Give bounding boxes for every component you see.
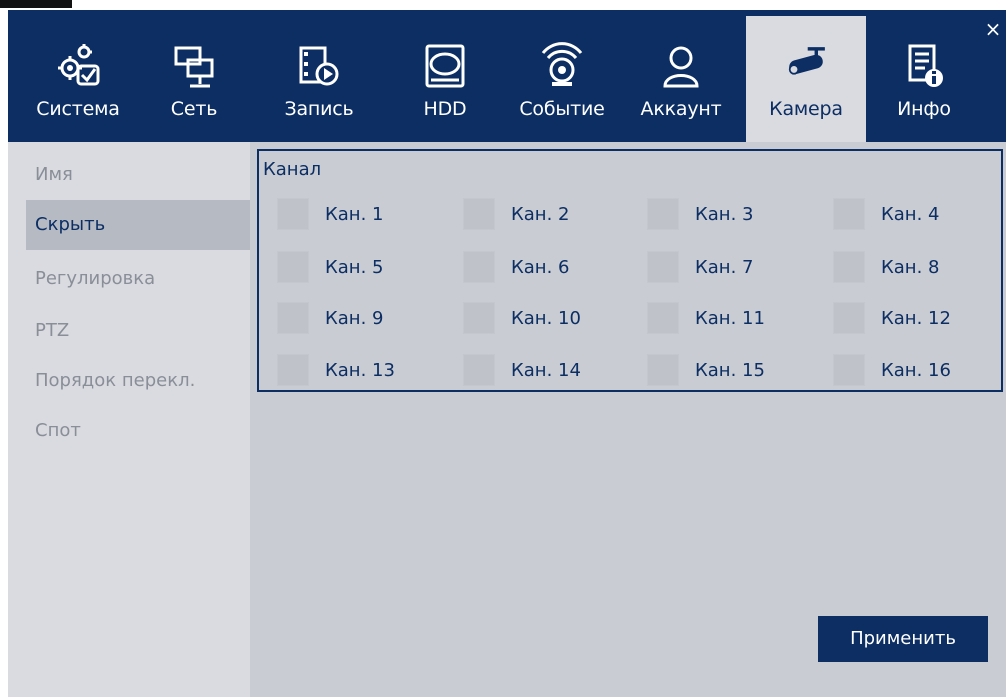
tab-label: Аккаунт: [640, 98, 722, 120]
channel-label: Кан. 5: [325, 256, 384, 278]
channel-group: Канал Кан. 1 Кан. 2 Кан. 3 Кан. 4 Кан. 5…: [257, 149, 1003, 392]
hdd-icon: [421, 40, 469, 92]
checkbox[interactable]: [833, 251, 865, 283]
sidebar-item-sequence[interactable]: Порядок перекл.: [26, 356, 250, 406]
channel-label: Кан. 9: [325, 307, 384, 329]
sidebar-item-spot[interactable]: Спот: [26, 406, 250, 456]
tab-network[interactable]: Сеть: [144, 16, 244, 142]
channel-checkbox-10[interactable]: Кан. 10: [463, 300, 581, 336]
checkbox[interactable]: [277, 251, 309, 283]
record-icon: [295, 40, 343, 92]
checkbox[interactable]: [463, 354, 495, 386]
channel-group-title: Канал: [263, 159, 322, 180]
channel-checkbox-5[interactable]: Кан. 5: [277, 249, 383, 285]
tab-system[interactable]: Система: [22, 16, 134, 142]
camera-icon: [782, 40, 830, 92]
channel-label: Кан. 13: [325, 359, 395, 381]
checkbox[interactable]: [277, 302, 309, 334]
checkbox[interactable]: [833, 302, 865, 334]
channel-label: Кан. 2: [511, 203, 570, 225]
tab-label: Сеть: [170, 98, 218, 120]
checkbox[interactable]: [463, 251, 495, 283]
cropped-header-fragment: [0, 0, 72, 8]
channel-checkbox-4[interactable]: Кан. 4: [833, 196, 939, 232]
checkbox[interactable]: [277, 354, 309, 386]
channel-checkbox-1[interactable]: Кан. 1: [277, 196, 383, 232]
sidebar-item-hide[interactable]: Скрыть: [26, 200, 250, 250]
channel-checkbox-12[interactable]: Кан. 12: [833, 300, 951, 336]
checkbox[interactable]: [647, 198, 679, 230]
channel-checkbox-7[interactable]: Кан. 7: [647, 249, 753, 285]
tab-label: Событие: [519, 98, 605, 120]
channel-label: Кан. 12: [881, 307, 951, 329]
tab-label: Инфо: [897, 98, 951, 120]
tab-info[interactable]: Инфо: [874, 16, 974, 142]
checkbox[interactable]: [833, 354, 865, 386]
channel-label: Кан. 4: [881, 203, 940, 225]
channel-label: Кан. 11: [695, 307, 765, 329]
tab-bar: Система Сеть Запись HDD Событие Аккаунт …: [8, 10, 1006, 142]
event-alarm-icon: [538, 40, 586, 92]
tab-label: Запись: [284, 98, 354, 120]
channel-label: Кан. 16: [881, 359, 951, 381]
tab-record[interactable]: Запись: [264, 16, 374, 142]
account-user-icon: [657, 40, 705, 92]
checkbox[interactable]: [463, 198, 495, 230]
system-gears-icon: [54, 40, 102, 92]
tab-account[interactable]: Аккаунт: [626, 16, 736, 142]
sidebar-item-ptz[interactable]: PTZ: [26, 306, 250, 356]
channel-checkbox-6[interactable]: Кан. 6: [463, 249, 569, 285]
checkbox[interactable]: [463, 302, 495, 334]
channel-checkbox-9[interactable]: Кан. 9: [277, 300, 383, 336]
info-document-icon: [900, 40, 948, 92]
channel-checkbox-15[interactable]: Кан. 15: [647, 352, 765, 388]
channel-label: Кан. 3: [695, 203, 754, 225]
tab-camera[interactable]: Камера: [746, 16, 866, 142]
channel-label: Кан. 15: [695, 359, 765, 381]
channel-checkbox-13[interactable]: Кан. 13: [277, 352, 395, 388]
channel-checkbox-16[interactable]: Кан. 16: [833, 352, 951, 388]
checkbox[interactable]: [647, 302, 679, 334]
checkbox[interactable]: [277, 198, 309, 230]
checkbox[interactable]: [647, 251, 679, 283]
checkbox[interactable]: [647, 354, 679, 386]
channel-checkbox-11[interactable]: Кан. 11: [647, 300, 765, 336]
tab-label: HDD: [423, 98, 467, 120]
sidebar-item-name[interactable]: Имя: [26, 150, 250, 200]
channel-checkbox-3[interactable]: Кан. 3: [647, 196, 753, 232]
tab-label: Камера: [769, 98, 843, 120]
channel-label: Кан. 1: [325, 203, 384, 225]
tab-event[interactable]: Событие: [508, 16, 616, 142]
channel-label: Кан. 14: [511, 359, 581, 381]
sidebar-item-adjust[interactable]: Регулировка: [26, 254, 250, 304]
channel-label: Кан. 8: [881, 256, 940, 278]
close-button[interactable]: ×: [980, 16, 1006, 42]
tab-hdd[interactable]: HDD: [400, 16, 490, 142]
channel-label: Кан. 7: [695, 256, 754, 278]
content-panel: Канал Кан. 1 Кан. 2 Кан. 3 Кан. 4 Кан. 5…: [250, 142, 1006, 697]
settings-window: Система Сеть Запись HDD Событие Аккаунт …: [8, 10, 1006, 697]
channel-checkbox-14[interactable]: Кан. 14: [463, 352, 581, 388]
channel-checkbox-2[interactable]: Кан. 2: [463, 196, 569, 232]
sidebar: Имя Скрыть Регулировка PTZ Порядок перек…: [26, 142, 250, 697]
network-icon: [170, 40, 218, 92]
top-strip: [0, 0, 1006, 10]
channel-label: Кан. 10: [511, 307, 581, 329]
tab-label: Система: [36, 98, 120, 120]
channel-label: Кан. 6: [511, 256, 570, 278]
apply-button[interactable]: Применить: [818, 616, 988, 662]
checkbox[interactable]: [833, 198, 865, 230]
channel-checkbox-8[interactable]: Кан. 8: [833, 249, 939, 285]
